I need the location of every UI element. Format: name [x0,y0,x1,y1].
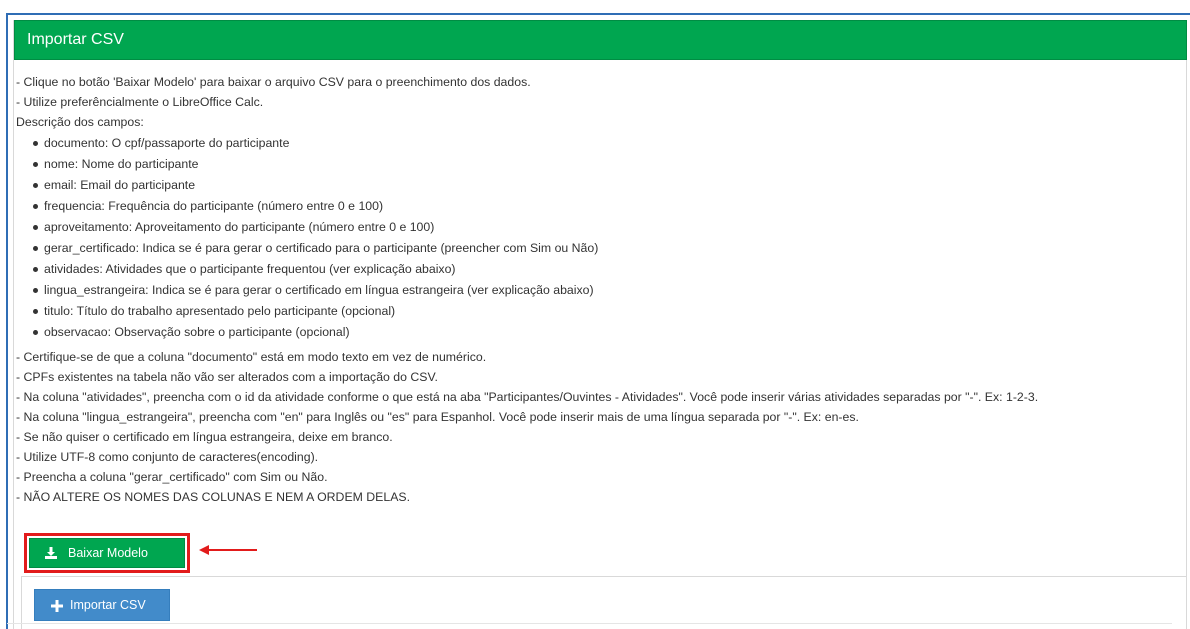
download-highlight-box: Baixar Modelo [24,533,190,573]
panel-title: Importar CSV [27,31,124,48]
bullet-icon [33,309,38,314]
note-line: - Preencha a coluna "gerar_certificado" … [16,470,328,484]
window-left-border [6,14,8,629]
instruction-line: - Clique no botão 'Baixar Modelo' para b… [16,75,531,89]
divider [7,623,1172,624]
bullet-icon [33,162,38,167]
note-line: - Utilize UTF-8 como conjunto de caracte… [16,450,319,464]
bullet-icon [33,267,38,272]
field-item: lingua_estrangeira: Indica se é para ger… [44,283,594,297]
note-line: - NÃO ALTERE OS NOMES DAS COLUNAS E NEM … [16,490,411,504]
import-csv-button[interactable]: Importar CSV [34,589,170,621]
field-item: nome: Nome do participante [44,157,199,171]
import-csv-panel: Importar CSV - Clique no botão 'Baixar M… [13,20,1187,629]
page: Importar CSV - Clique no botão 'Baixar M… [0,0,1190,629]
bullet-icon [33,204,38,209]
field-item: email: Email do participante [44,178,196,192]
note-line: - CPFs existentes na tabela não vão ser … [16,370,438,384]
plus-icon [51,600,63,612]
bullet-icon [33,183,38,188]
note-line: - Na coluna "atividades", preencha com o… [16,390,1039,404]
field-item: observacao: Observação sobre o participa… [44,325,350,339]
window-top-border [6,13,1190,15]
panel-header: Importar CSV [14,20,1187,60]
bullet-icon [33,330,38,335]
bullet-icon [33,141,38,146]
bullet-icon [33,225,38,230]
download-template-button[interactable]: Baixar Modelo [29,538,185,568]
field-item: gerar_certificado: Indica se é para gera… [44,241,599,255]
field-item: titulo: Título do trabalho apresentado p… [44,304,396,318]
instruction-line: - Utilize preferêncialmente o LibreOffic… [16,95,264,109]
field-item: aproveitamento: Aproveitamento do partic… [44,220,435,234]
note-line: - Certifique-se de que a coluna "documen… [16,350,487,364]
note-line: - Na coluna "lingua_estrangeira", preenc… [16,410,859,424]
download-button-label: Baixar Modelo [68,546,148,560]
download-icon [45,547,57,559]
arrow-left-icon [199,545,257,555]
note-line: - Se não quiser o certificado em língua … [16,430,393,444]
field-item: atividades: Atividades que o participant… [44,262,456,276]
field-item: frequencia: Frequência do participante (… [44,199,384,213]
bullet-icon [33,246,38,251]
field-item: documento: O cpf/passaporte do participa… [44,136,290,150]
import-area: Importar CSV [21,576,1186,629]
import-button-label: Importar CSV [70,598,146,612]
fields-heading: Descrição dos campos: [16,115,144,129]
bullet-icon [33,288,38,293]
